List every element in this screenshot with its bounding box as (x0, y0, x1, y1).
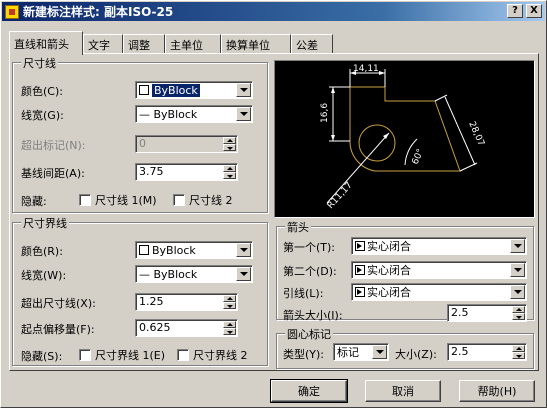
extension-lines-group: 尺寸界线 颜色(R): ByBlock 线宽(W): — ByBlock 超出尺… (12, 215, 268, 366)
tab-fit[interactable]: 调整 (123, 34, 165, 54)
chevron-down-icon[interactable] (510, 263, 525, 277)
extend-beyond-dim-label: 超出尺寸线(X): (21, 297, 96, 310)
tab-tolerances[interactable]: 公差 (291, 34, 333, 54)
ext-line-weight-select[interactable]: — ByBlock (135, 265, 253, 283)
arrowheads-group: 箭头 第一个(T): 实心闭合 第二个(D): 实心闭合 引线(L): 实心闭合… (276, 219, 534, 322)
suppress-dim-line-2-checkbox[interactable]: 尺寸线 2 (173, 192, 233, 208)
chevron-down-icon[interactable] (510, 239, 525, 253)
spin-down-icon[interactable] (223, 302, 236, 309)
tab-text[interactable]: 文字 (83, 34, 123, 54)
spin-up-icon[interactable] (512, 345, 525, 352)
chevron-down-icon[interactable] (236, 267, 251, 281)
dim-line-color-select[interactable]: ByBlock (135, 81, 253, 99)
baseline-spacing-input[interactable]: 3.75 (135, 163, 238, 181)
help-button[interactable]: 帮助(H) (459, 380, 535, 402)
group-title: 尺寸线 (21, 55, 58, 71)
suppress-ext-line-1-checkbox[interactable]: 尺寸界线 1(E) (79, 347, 165, 363)
center-type-label: 类型(Y): (283, 348, 325, 361)
center-type-select[interactable]: 标记 (333, 343, 389, 361)
chevron-down-icon[interactable] (236, 83, 251, 97)
ext-line-color-select[interactable]: ByBlock (135, 241, 253, 259)
color-swatch (139, 85, 149, 95)
chevron-down-icon[interactable] (236, 107, 251, 121)
baseline-spacing-label: 基线间距(A): (21, 167, 85, 180)
chevron-down-icon[interactable] (236, 243, 251, 257)
leader-arrow-label: 引线(L): (283, 287, 324, 300)
extend-beyond-ticks-input: 0 (135, 135, 238, 153)
lineweight-label: 线宽(G): (21, 109, 64, 122)
tab-primary-units[interactable]: 主单位 (165, 34, 221, 54)
second-arrow-select[interactable]: 实心闭合 (351, 261, 527, 279)
tab-alternate-units[interactable]: 换算单位 (221, 34, 291, 54)
spin-down-icon[interactable] (223, 328, 236, 335)
color-swatch (139, 245, 149, 255)
dim-text-angle: 60° (411, 148, 427, 167)
group-title: 尺寸界线 (21, 215, 69, 231)
group-title: 圆心标记 (285, 326, 333, 342)
help-title-button[interactable]: ? (507, 4, 523, 18)
title-bar[interactable]: 新建标注样式: 副本ISO-25 ? X (2, 2, 545, 21)
color-label: 颜色(C): (21, 85, 63, 98)
tab-panel: 尺寸线 颜色(C): ByBlock 线宽(G): — ByBlock 超出标记… (9, 53, 539, 371)
first-arrow-label: 第一个(T): (283, 241, 336, 254)
chevron-down-icon[interactable] (510, 285, 525, 299)
suppress-dim-line-1-checkbox[interactable]: 尺寸线 1(M) (79, 192, 157, 208)
dim-line-weight-select[interactable]: — ByBlock (135, 105, 253, 123)
spin-down-icon[interactable] (223, 172, 236, 179)
dimension-preview-drawing: 14,11 16,6 28,07 60° R11,17 (320, 64, 486, 211)
dim-text-right: 28,07 (466, 120, 486, 148)
extend-beyond-dim-input[interactable]: 1.25 (135, 293, 238, 311)
lineweight-label: 线宽(W): (21, 269, 67, 282)
origin-offset-input[interactable]: 0.625 (135, 319, 238, 337)
center-marks-group: 圆心标记 类型(Y): 标记 大小(Z): 2.5 (276, 326, 534, 369)
spin-up-icon[interactable] (223, 165, 236, 172)
suppress-ext-line-2-checkbox[interactable]: 尺寸界线 2 (177, 347, 248, 363)
spin-down-icon[interactable] (512, 313, 525, 320)
suppress-label: 隐藏: (21, 195, 47, 208)
color-label: 颜色(R): (21, 245, 63, 258)
center-size-label: 大小(Z): (395, 348, 437, 361)
spin-up-icon[interactable] (223, 321, 236, 328)
dim-text-radius: R11,17 (326, 181, 355, 211)
spin-down-icon[interactable] (512, 352, 525, 359)
leader-arrow-select[interactable]: 实心闭合 (351, 283, 527, 301)
dimension-style-dialog: 新建标注样式: 副本ISO-25 ? X 直线和箭头 文字 调整 主单位 换算单… (0, 0, 547, 408)
preview-arrowheads (331, 71, 389, 141)
tab-lines-arrows[interactable]: 直线和箭头 (9, 31, 83, 55)
center-size-input[interactable]: 2.5 (447, 343, 527, 361)
arrow-size-label: 箭头大小(I): (283, 309, 343, 322)
ok-button[interactable]: 确定 (270, 379, 348, 403)
closed-filled-arrow-icon (355, 241, 365, 251)
first-arrow-select[interactable]: 实心闭合 (351, 237, 527, 255)
dim-text-left: 16,6 (320, 103, 330, 123)
second-arrow-label: 第二个(D): (283, 265, 337, 278)
spin-up-icon[interactable] (512, 306, 525, 313)
close-button[interactable]: X (526, 4, 542, 18)
suppress-label: 隐藏(S): (21, 350, 63, 363)
extend-beyond-ticks-label: 超出标记(N): (21, 139, 86, 152)
preview-pane: 14,11 16,6 28,07 60° R11,17 (274, 60, 535, 218)
app-icon (5, 4, 19, 19)
window-title: 新建标注样式: 副本ISO-25 (23, 5, 174, 19)
arrow-size-input[interactable]: 2.5 (447, 304, 527, 322)
origin-offset-label: 起点偏移量(F): (21, 323, 95, 336)
dim-text-top: 14,11 (353, 64, 379, 74)
closed-filled-arrow-icon (355, 287, 365, 297)
chevron-down-icon[interactable] (372, 345, 387, 359)
spin-up-icon[interactable] (223, 295, 236, 302)
closed-filled-arrow-icon (355, 265, 365, 275)
cancel-button[interactable]: 取消 (365, 380, 441, 402)
group-title: 箭头 (285, 219, 311, 235)
dimension-lines-group: 尺寸线 颜色(C): ByBlock 线宽(G): — ByBlock 超出标记… (12, 55, 268, 213)
